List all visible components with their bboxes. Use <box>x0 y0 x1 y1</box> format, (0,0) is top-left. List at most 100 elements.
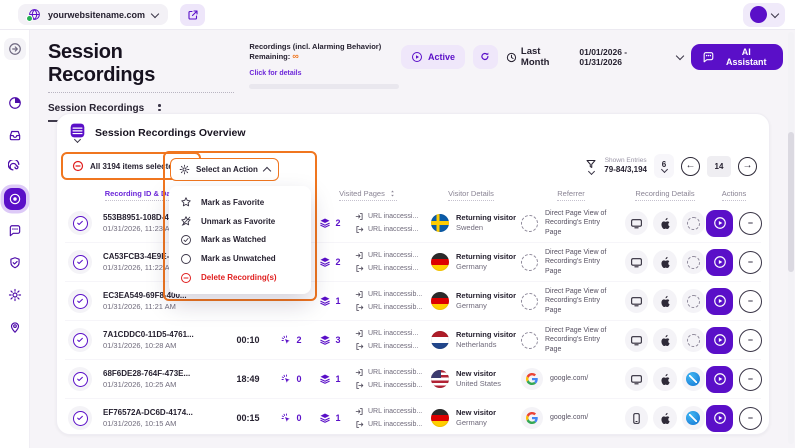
clicks-count: 0 <box>271 412 311 424</box>
select-action-dropdown[interactable]: Select an Action <box>170 158 279 181</box>
table-row[interactable]: 7A1CDDC0-11D5-4761... 01/31/2026, 10:28 … <box>65 320 761 359</box>
shown-entries-value: 79-84/3,194 <box>604 165 647 175</box>
exit-url[interactable]: URL inaccessib... <box>368 304 422 311</box>
entry-url[interactable]: URL inaccessib... <box>368 408 422 415</box>
sort-icon <box>388 189 397 198</box>
menu-item-mark-as-unwatched[interactable]: Mark as Unwatched <box>169 250 311 268</box>
sidebar-item-visitors[interactable] <box>4 316 26 338</box>
column-referrer[interactable]: Referrer <box>517 189 625 201</box>
menu-item-mark-as-favorite[interactable]: Mark as Favorite <box>169 193 311 211</box>
exit-url[interactable]: URL inaccessi... <box>368 226 418 233</box>
visitor-details: Returning visitor Germany <box>425 253 517 271</box>
visitor-type: New visitor <box>456 370 501 379</box>
remove-recording-button[interactable] <box>739 290 762 313</box>
entry-url[interactable]: URL inaccessi... <box>368 213 418 220</box>
exit-url[interactable]: URL inaccessib... <box>368 421 422 428</box>
remove-recording-button[interactable] <box>739 368 762 391</box>
status-dot <box>26 15 33 22</box>
scrollbar-thumb[interactable] <box>788 132 794 272</box>
play-recording-button[interactable] <box>706 366 733 393</box>
row-checkbox[interactable] <box>73 372 88 387</box>
remove-recording-button[interactable] <box>739 251 762 274</box>
recording-date: 01/31/2026, 10:15 AM <box>103 419 176 428</box>
play-recording-button[interactable] <box>706 288 733 315</box>
ai-assistant-label: AI Assistant <box>721 47 772 67</box>
exit-url-icon <box>355 225 364 234</box>
exit-url[interactable]: URL inaccessi... <box>368 343 418 350</box>
mobile-icon <box>625 406 648 430</box>
row-checkbox[interactable] <box>73 255 88 270</box>
sidebar-item-privacy[interactable] <box>4 252 26 274</box>
active-filter-button[interactable]: Active <box>401 45 465 69</box>
row-checkbox[interactable] <box>73 216 88 231</box>
exit-url[interactable]: URL inaccessi... <box>368 265 418 272</box>
click-icon <box>280 412 292 424</box>
table-row[interactable]: 68F6DE28-764F-473E... 01/31/2026, 10:25 … <box>65 359 761 398</box>
unknown-referrer-icon <box>521 215 538 232</box>
referrer-text: Direct Page View of Recording's Entry Pa… <box>545 248 617 275</box>
entry-url[interactable]: URL inaccessib... <box>368 369 422 376</box>
entry-url-icon <box>355 368 364 377</box>
play-recording-button[interactable] <box>706 249 733 276</box>
ai-assistant-button[interactable]: AI Assistant <box>691 44 783 70</box>
visitor-country: Netherlands <box>456 341 516 350</box>
open-site-external-button[interactable] <box>180 4 205 26</box>
column-visited-pages[interactable]: Visited Pages <box>311 189 425 201</box>
sidebar-item-heatmaps[interactable] <box>4 156 26 178</box>
visitor-country: Germany <box>456 263 516 272</box>
desktop-icon <box>625 328 648 352</box>
row-checkbox[interactable] <box>73 333 88 348</box>
recording-duration: 00:10 <box>225 335 271 345</box>
entry-url[interactable]: URL inaccessi... <box>368 330 418 337</box>
entry-url[interactable]: URL inaccessi... <box>368 252 418 259</box>
menu-item-delete-recording-s[interactable]: Delete Recording(s) <box>169 269 311 287</box>
filter-button[interactable] <box>585 158 597 174</box>
entry-url[interactable]: URL inaccessib... <box>368 291 422 298</box>
next-page-button[interactable]: → <box>738 157 757 176</box>
play-recording-button[interactable] <box>706 405 733 432</box>
sidebar-item-dashboard[interactable] <box>4 92 26 114</box>
remove-recording-button[interactable] <box>739 212 762 235</box>
menu-item-mark-as-watched[interactable]: Mark as Watched <box>169 231 311 249</box>
visitor-country: Sweden <box>456 224 516 233</box>
play-recording-button[interactable] <box>706 210 733 237</box>
table-row[interactable]: EF76572A-DC6D-4174... 01/31/2026, 10:15 … <box>65 398 761 437</box>
date-range-selector[interactable]: 01/01/2026 - 01/31/2026 <box>579 47 682 67</box>
details-link[interactable]: Click for details <box>249 70 301 77</box>
menu-item-unmark-as-favorite[interactable]: Unmark as Favorite <box>169 212 311 230</box>
apple-icon <box>653 328 676 352</box>
visitor-details: New visitor Germany <box>425 409 517 427</box>
refresh-icon <box>479 51 491 63</box>
visitor-details: New visitor United States <box>425 370 517 388</box>
refresh-button[interactable] <box>473 45 498 69</box>
sidebar-item-settings[interactable] <box>4 284 26 306</box>
website-selector[interactable]: yourwebsitename.com <box>18 4 168 25</box>
desktop-icon <box>625 211 648 235</box>
unknown-browser-icon <box>687 256 700 269</box>
content-area: Session Recordings Recordings (incl. Ala… <box>30 30 795 448</box>
remove-recording-button[interactable] <box>739 329 762 352</box>
play-recording-button[interactable] <box>706 327 733 354</box>
sidebar-item-inbox[interactable] <box>4 124 26 146</box>
page-size-selector[interactable]: 6 <box>654 154 674 178</box>
flag-germany-icon <box>431 292 449 310</box>
prev-page-button[interactable]: ← <box>681 157 700 176</box>
user-menu[interactable] <box>743 3 785 27</box>
period-label: Last Month <box>521 46 571 68</box>
sidebar-item-feedback[interactable] <box>4 220 26 242</box>
gear-icon <box>179 164 190 175</box>
remove-recording-button[interactable] <box>739 407 762 430</box>
exit-url[interactable]: URL inaccessib... <box>368 382 422 389</box>
referrer-text: Direct Page View of Recording's Entry Pa… <box>545 287 617 314</box>
row-checkbox[interactable] <box>73 411 88 426</box>
play-circle-icon <box>411 51 423 63</box>
column-visitor-details[interactable]: Visitor Details <box>425 189 517 201</box>
row-checkbox[interactable] <box>73 294 88 309</box>
scrollbar[interactable] <box>788 32 794 444</box>
sidebar-item-session-recordings[interactable] <box>4 188 26 210</box>
sidebar-item-collapse[interactable] <box>4 38 26 60</box>
header-actions: Active Last Month 01/01/2026 - 01/31/202… <box>401 44 783 70</box>
recording-date: 01/31/2026, 10:28 AM <box>103 341 176 350</box>
column-recording-details[interactable]: Recording Details <box>625 189 705 201</box>
remaining-value: ∞ <box>292 51 298 61</box>
